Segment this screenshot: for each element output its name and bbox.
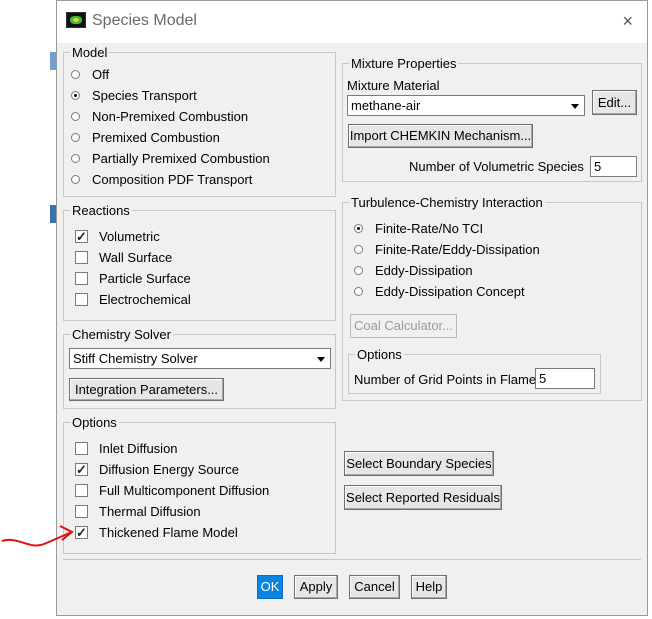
tci-option-finite-rate-eddy[interactable]: Finite-Rate/Eddy-Dissipation — [354, 242, 540, 257]
apply-button[interactable]: Apply — [294, 575, 338, 599]
app-logo-icon — [66, 12, 86, 28]
chemistry-solver-legend: Chemistry Solver — [72, 327, 171, 342]
option-label: Diffusion Energy Source — [99, 462, 239, 477]
checkbox-volumetric[interactable]: ✓ — [75, 230, 88, 243]
model-option-label: Non-Premixed Combustion — [92, 109, 249, 124]
tci-option-eddy-dissipation[interactable]: Eddy-Dissipation — [354, 263, 473, 278]
mixture-material-select[interactable]: methane-air — [347, 95, 585, 116]
grid-points-label: Number of Grid Points in Flame — [354, 372, 537, 387]
checkbox-wall-surface[interactable] — [75, 251, 88, 264]
reaction-electrochemical[interactable]: Electrochemical — [75, 292, 191, 307]
radio-finite-rate-no-tci[interactable] — [354, 224, 363, 233]
option-label: Thermal Diffusion — [99, 504, 201, 519]
option-label: Thickened Flame Model — [99, 525, 238, 540]
model-option-non-premixed[interactable]: Non-Premixed Combustion — [71, 109, 248, 124]
turbulence-chemistry-legend: Turbulence-Chemistry Interaction — [351, 195, 543, 210]
coal-calculator-button[interactable]: Coal Calculator... — [350, 314, 457, 338]
model-option-label: Partially Premixed Combustion — [92, 151, 270, 166]
annotation-arrow-icon — [1, 525, 74, 547]
checkbox-full-multicomponent-diffusion[interactable] — [75, 484, 88, 497]
radio-premixed[interactable] — [71, 133, 80, 142]
close-icon[interactable]: × — [622, 12, 633, 30]
option-thermal-diffusion[interactable]: Thermal Diffusion — [75, 504, 201, 519]
model-option-off[interactable]: Off — [71, 67, 109, 82]
integration-parameters-button[interactable]: Integration Parameters... — [69, 378, 224, 401]
checkbox-particle-surface[interactable] — [75, 272, 88, 285]
chevron-down-icon — [317, 356, 325, 362]
mixture-properties-legend: Mixture Properties — [351, 56, 457, 71]
volumetric-species-label: Number of Volumetric Species — [409, 159, 584, 174]
species-model-dialog: Species Model × Model Off Species Transp… — [56, 0, 648, 616]
radio-species-transport[interactable] — [71, 91, 80, 100]
option-thickened-flame-model[interactable]: ✓ Thickened Flame Model — [75, 525, 238, 540]
tci-option-finite-rate-no-tci[interactable]: Finite-Rate/No TCI — [354, 221, 483, 236]
option-diffusion-energy-source[interactable]: ✓ Diffusion Energy Source — [75, 462, 239, 477]
option-full-multicomponent-diffusion[interactable]: Full Multicomponent Diffusion — [75, 483, 269, 498]
reaction-label: Electrochemical — [99, 292, 191, 307]
model-option-premixed[interactable]: Premixed Combustion — [71, 130, 220, 145]
tci-options-legend: Options — [357, 347, 402, 362]
checkbox-inlet-diffusion[interactable] — [75, 442, 88, 455]
tci-option-label: Finite-Rate/Eddy-Dissipation — [375, 242, 540, 257]
model-option-composition-pdf[interactable]: Composition PDF Transport — [71, 172, 252, 187]
reaction-label: Particle Surface — [99, 271, 191, 286]
model-option-label: Off — [92, 67, 110, 82]
help-button[interactable]: Help — [411, 575, 447, 599]
tci-option-eddy-dissipation-concept[interactable]: Eddy-Dissipation Concept — [354, 284, 525, 299]
title-bar: Species Model × — [57, 1, 647, 43]
reactions-legend: Reactions — [72, 203, 130, 218]
tci-option-label: Finite-Rate/No TCI — [375, 221, 484, 236]
model-option-partially-premixed[interactable]: Partially Premixed Combustion — [71, 151, 270, 166]
options-legend: Options — [72, 415, 117, 430]
background-app-strip-right — [648, 0, 652, 619]
reaction-wall-surface[interactable]: Wall Surface — [75, 250, 172, 265]
checkbox-thickened-flame-model[interactable]: ✓ — [75, 526, 88, 539]
reaction-volumetric[interactable]: ✓ Volumetric — [75, 229, 160, 244]
radio-finite-rate-eddy[interactable] — [354, 245, 363, 254]
checkbox-diffusion-energy-source[interactable]: ✓ — [75, 463, 88, 476]
mixture-material-label: Mixture Material — [347, 78, 440, 93]
mixture-material-value: methane-air — [351, 98, 421, 113]
annotation-arrow-head — [59, 525, 74, 541]
tci-option-label: Eddy-Dissipation Concept — [375, 284, 525, 299]
model-option-label: Species Transport — [92, 88, 197, 103]
ok-button[interactable]: OK — [257, 575, 283, 599]
chevron-down-icon — [571, 103, 579, 109]
radio-eddy-dissipation[interactable] — [354, 266, 363, 275]
radio-off[interactable] — [71, 70, 80, 79]
reaction-label: Wall Surface — [99, 250, 173, 265]
reaction-label: Volumetric — [99, 229, 160, 244]
volumetric-species-field[interactable]: 5 — [590, 156, 637, 177]
option-label: Inlet Diffusion — [99, 441, 178, 456]
radio-partially-premixed[interactable] — [71, 154, 80, 163]
checkbox-electrochemical[interactable] — [75, 293, 88, 306]
select-boundary-species-button[interactable]: Select Boundary Species — [344, 451, 494, 476]
cancel-button[interactable]: Cancel — [349, 575, 400, 599]
checkbox-thermal-diffusion[interactable] — [75, 505, 88, 518]
model-option-species-transport[interactable]: Species Transport — [71, 88, 197, 103]
option-inlet-diffusion[interactable]: Inlet Diffusion — [75, 441, 178, 456]
model-option-label: Composition PDF Transport — [92, 172, 253, 187]
model-legend: Model — [72, 45, 108, 60]
radio-composition-pdf[interactable] — [71, 175, 80, 184]
select-reported-residuals-button[interactable]: Select Reported Residuals — [344, 485, 502, 510]
option-label: Full Multicomponent Diffusion — [99, 483, 270, 498]
dialog-title: Species Model — [92, 12, 197, 29]
footer-divider — [63, 559, 641, 560]
annotation-arrow-shaft — [1, 531, 73, 547]
edit-mixture-button[interactable]: Edit... — [592, 90, 637, 115]
radio-eddy-dissipation-concept[interactable] — [354, 287, 363, 296]
tci-option-label: Eddy-Dissipation — [375, 263, 473, 278]
chemistry-solver-value: Stiff Chemistry Solver — [73, 351, 198, 366]
chemistry-solver-select[interactable]: Stiff Chemistry Solver — [69, 348, 331, 369]
reaction-particle-surface[interactable]: Particle Surface — [75, 271, 191, 286]
grid-points-field[interactable]: 5 — [535, 368, 595, 389]
import-chemkin-button[interactable]: Import CHEMKIN Mechanism... — [348, 124, 533, 148]
model-option-label: Premixed Combustion — [92, 130, 220, 145]
radio-non-premixed[interactable] — [71, 112, 80, 121]
